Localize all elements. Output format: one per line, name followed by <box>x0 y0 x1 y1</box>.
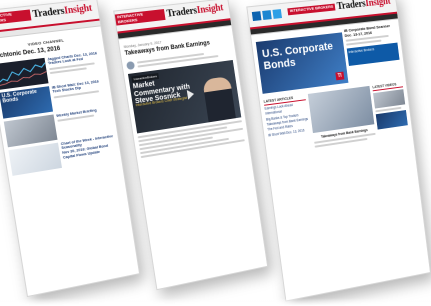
image-thumbnail <box>3 114 58 148</box>
promo-stage: INTERACTIVE BROKERS TradersInsight VIDEO… <box>0 0 431 306</box>
social-icon[interactable] <box>272 9 282 19</box>
feature-title: U.S. Corporate Bonds <box>261 40 334 72</box>
logo-text: TradersInsight <box>336 0 392 13</box>
page-mockup-article: INTERACTIVE BROKERS TradersInsight Monda… <box>113 0 269 291</box>
logo-badge: INTERACTIVE BROKERS <box>114 9 166 26</box>
logo-badge: INTERACTIVE BROKERS <box>0 9 32 26</box>
logo-text: TradersInsight <box>31 2 93 21</box>
site-logo[interactable]: INTERACTIVE BROKERS TradersInsight <box>0 3 93 26</box>
floor-reflection <box>0 298 431 306</box>
site-logo[interactable]: INTERACTIVE BROKERS TradersInsight <box>114 2 224 26</box>
presenter-image <box>202 75 236 123</box>
social-icons <box>251 9 282 22</box>
image-thumbnail <box>8 142 62 176</box>
article-image[interactable] <box>307 85 375 134</box>
logo-text: TradersInsight <box>165 2 224 20</box>
logo-badge: INTERACTIVE BROKERS <box>287 3 336 15</box>
page-mockup-home: INTERACTIVE BROKERS TradersInsight U.S. … <box>246 0 431 302</box>
author-avatar <box>126 60 136 70</box>
feature-badge: TI <box>335 71 344 81</box>
site-logo[interactable]: INTERACTIVE BROKERS TradersInsight <box>287 0 391 17</box>
play-icon[interactable] <box>186 88 195 100</box>
feature-banner[interactable]: U.S. Corporate Bonds TI <box>255 32 349 94</box>
social-icon[interactable] <box>251 11 262 22</box>
video-thumbnail[interactable] <box>373 89 406 109</box>
feature-thumbnail: U.S. Corporate Bonds <box>0 86 53 119</box>
video-thumbnail[interactable] <box>375 110 408 130</box>
social-icon[interactable] <box>262 10 272 20</box>
chart-thumbnail <box>0 57 49 90</box>
ad-banner[interactable]: Interactive Brokers <box>346 42 400 67</box>
